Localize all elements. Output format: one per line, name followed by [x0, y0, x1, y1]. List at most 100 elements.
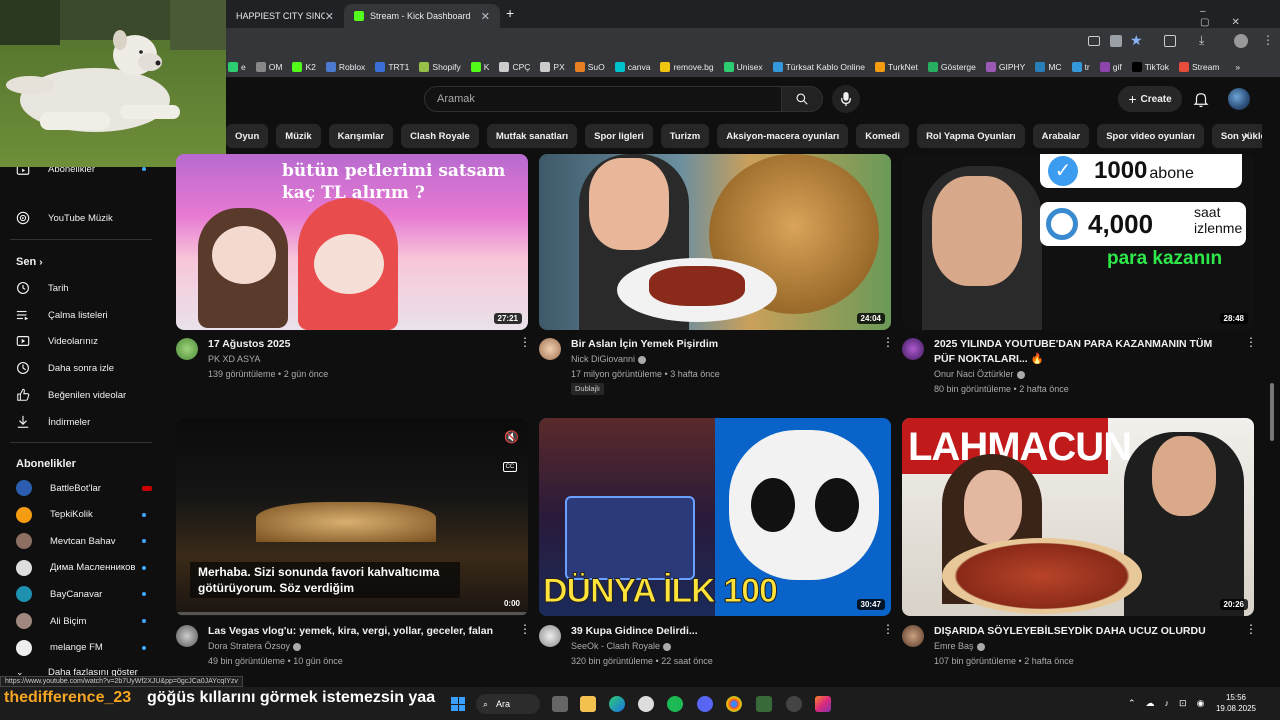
- filter-chip[interactable]: Spor video oyunları: [1097, 124, 1204, 148]
- subscription-item[interactable]: Mevtcan Bahav: [16, 529, 146, 553]
- video-thumbnail[interactable]: DÜNYA İLK 100 30:47: [539, 418, 891, 616]
- subscription-item[interactable]: Дима Масленников: [16, 556, 146, 580]
- sidebar-item-youtube-music[interactable]: YouTube Müzik: [16, 206, 146, 230]
- subscription-item[interactable]: melange FM: [16, 636, 146, 660]
- video-title[interactable]: 2025 YILINDA YOUTUBE'DAN PARA KAZANMANIN…: [934, 337, 1234, 367]
- obs-icon[interactable]: [786, 696, 802, 712]
- bookmark-item[interactable]: tr: [1071, 61, 1090, 72]
- bookmark-item[interactable]: PX: [540, 61, 565, 72]
- translate-icon[interactable]: [1110, 35, 1122, 47]
- sidebar-item-liked-videos[interactable]: Beğenilen videolar: [16, 383, 146, 407]
- filter-chip[interactable]: Oyun: [226, 124, 269, 148]
- system-tray-icons[interactable]: ⌃☁♪⊡◉: [1128, 698, 1214, 709]
- close-tab-icon[interactable]: ✕: [325, 10, 334, 23]
- sidebar-item-downloads[interactable]: İndirmeler: [16, 410, 146, 434]
- new-tab-button[interactable]: +: [506, 5, 514, 21]
- notifications-bell-icon[interactable]: [1192, 90, 1210, 108]
- more-options-icon[interactable]: ⋮: [882, 623, 894, 635]
- filter-chip[interactable]: Karışımlar: [328, 124, 394, 148]
- channel-name[interactable]: Nick DiGiovanni: [571, 352, 647, 367]
- more-bookmarks-icon[interactable]: »: [1235, 62, 1240, 72]
- more-options-icon[interactable]: ⋮: [1245, 623, 1257, 635]
- bookmark-item[interactable]: Unisex: [723, 61, 763, 72]
- sidebar-item-playlists[interactable]: Çalma listeleri: [16, 303, 146, 327]
- channel-avatar[interactable]: [176, 625, 198, 647]
- bookmark-item[interactable]: SuO: [574, 61, 605, 72]
- subscription-item[interactable]: BattleBot'lar: [16, 476, 152, 500]
- bookmark-item[interactable]: e: [228, 61, 246, 72]
- bookmark-item[interactable]: CPÇ: [499, 61, 530, 72]
- tab-kick[interactable]: Stream - Kick Dashboard ✕: [344, 4, 500, 28]
- bookmark-item[interactable]: OM: [255, 61, 282, 72]
- video-title[interactable]: Las Vegas vlog'u: yemek, kira, vergi, yo…: [208, 624, 508, 639]
- filter-chip[interactable]: Arabalar: [1032, 124, 1090, 148]
- close-tab-icon[interactable]: ✕: [481, 10, 490, 23]
- bookmark-item[interactable]: Roblox: [325, 61, 365, 72]
- cast-icon[interactable]: [1088, 36, 1100, 46]
- more-options-icon[interactable]: ⋮: [519, 623, 531, 635]
- sen-heading[interactable]: Sen ›: [16, 256, 43, 268]
- video-thumbnail[interactable]: bütün petlerimi satsam kaç TL alırım ? 2…: [176, 154, 528, 330]
- filter-chip[interactable]: Son yüklenenler: [1211, 124, 1262, 148]
- bookmark-item[interactable]: TurkNet: [874, 61, 918, 72]
- bookmark-item[interactable]: Stream: [1179, 61, 1219, 72]
- filter-chip[interactable]: Müzik: [276, 124, 321, 148]
- video-title[interactable]: DIŞARIDA SÖYLEYEBİLSEYDİK DAHA UCUZ OLUR…: [934, 624, 1234, 639]
- menu-icon[interactable]: ⋮: [1262, 33, 1274, 47]
- spotify-icon[interactable]: [667, 696, 683, 712]
- channel-name[interactable]: SeeOk - Clash Royale: [571, 639, 672, 654]
- bookmark-item[interactable]: MC: [1035, 61, 1062, 72]
- filter-chip[interactable]: Komedi: [856, 124, 910, 148]
- filter-chip[interactable]: Spor ligleri: [585, 124, 653, 148]
- star-icon[interactable]: ★: [1130, 32, 1143, 49]
- channel-avatar[interactable]: [539, 338, 561, 360]
- task-view-icon[interactable]: [552, 696, 568, 712]
- user-avatar[interactable]: [1228, 88, 1250, 110]
- chips-next-icon[interactable]: ›: [1244, 128, 1248, 142]
- bookmark-item[interactable]: K: [470, 61, 489, 72]
- bookmark-item[interactable]: Shopify: [419, 61, 461, 72]
- progress-bar[interactable]: [176, 612, 528, 615]
- channel-avatar[interactable]: [902, 625, 924, 647]
- filter-chip[interactable]: Clash Royale: [401, 124, 479, 148]
- channel-name[interactable]: Emre Baş: [934, 639, 985, 654]
- captions-icon[interactable]: CC: [503, 462, 517, 472]
- bookmark-item[interactable]: gif: [1099, 61, 1122, 72]
- tab-youtube[interactable]: HAPPIEST CITY SINOP VLOG ✕: [226, 4, 344, 28]
- video-title[interactable]: Bir Aslan İçin Yemek Pişirdim: [571, 337, 871, 352]
- instagram-icon[interactable]: [815, 696, 831, 712]
- app-icon[interactable]: [756, 696, 772, 712]
- channel-avatar[interactable]: [539, 625, 561, 647]
- channel-avatar[interactable]: [902, 338, 924, 360]
- video-thumbnail[interactable]: 24:04: [539, 154, 891, 330]
- filter-chip[interactable]: Aksiyon-macera oyunları: [717, 124, 849, 148]
- system-clock[interactable]: 15:56 19.08.2025: [1216, 692, 1256, 714]
- search-button[interactable]: [781, 86, 823, 112]
- discord-icon[interactable]: [697, 696, 713, 712]
- bookmark-item[interactable]: GIPHY: [985, 61, 1025, 72]
- file-explorer-icon[interactable]: [580, 696, 596, 712]
- bookmark-item[interactable]: Gösterge: [927, 61, 976, 72]
- subscription-item[interactable]: BayCanavar: [16, 582, 146, 606]
- more-options-icon[interactable]: ⋮: [1245, 336, 1257, 348]
- voice-search-button[interactable]: [832, 85, 860, 113]
- taskbar-search[interactable]: ⌕ Ara: [476, 694, 540, 714]
- bookmark-item[interactable]: K2: [292, 61, 316, 72]
- channel-avatar[interactable]: [176, 338, 198, 360]
- video-thumbnail[interactable]: LAHMACUN 20:26: [902, 418, 1254, 616]
- profile-avatar[interactable]: [1234, 34, 1248, 48]
- extensions-icon[interactable]: [1164, 35, 1176, 47]
- chatgpt-icon[interactable]: [638, 696, 654, 712]
- channel-name[interactable]: Dora Stratera Özsoy: [208, 639, 302, 654]
- bookmark-item[interactable]: remove.bg: [660, 61, 714, 72]
- bookmark-item[interactable]: canva: [614, 61, 650, 72]
- page-scrollbar[interactable]: [1270, 383, 1274, 441]
- filter-chip[interactable]: Rol Yapma Oyunları: [917, 124, 1025, 148]
- video-title[interactable]: 17 Ağustos 2025: [208, 337, 508, 352]
- filter-chip[interactable]: Turizm: [660, 124, 710, 148]
- search-input[interactable]: Aramak: [424, 86, 782, 112]
- video-preview-player[interactable]: 🔇 CC Merhaba. Sizi sonunda favori kahval…: [176, 418, 528, 616]
- sidebar-item-watch-later[interactable]: Daha sonra izle: [16, 356, 146, 380]
- edge-icon[interactable]: [609, 696, 625, 712]
- bookmark-item[interactable]: TikTok: [1131, 61, 1169, 72]
